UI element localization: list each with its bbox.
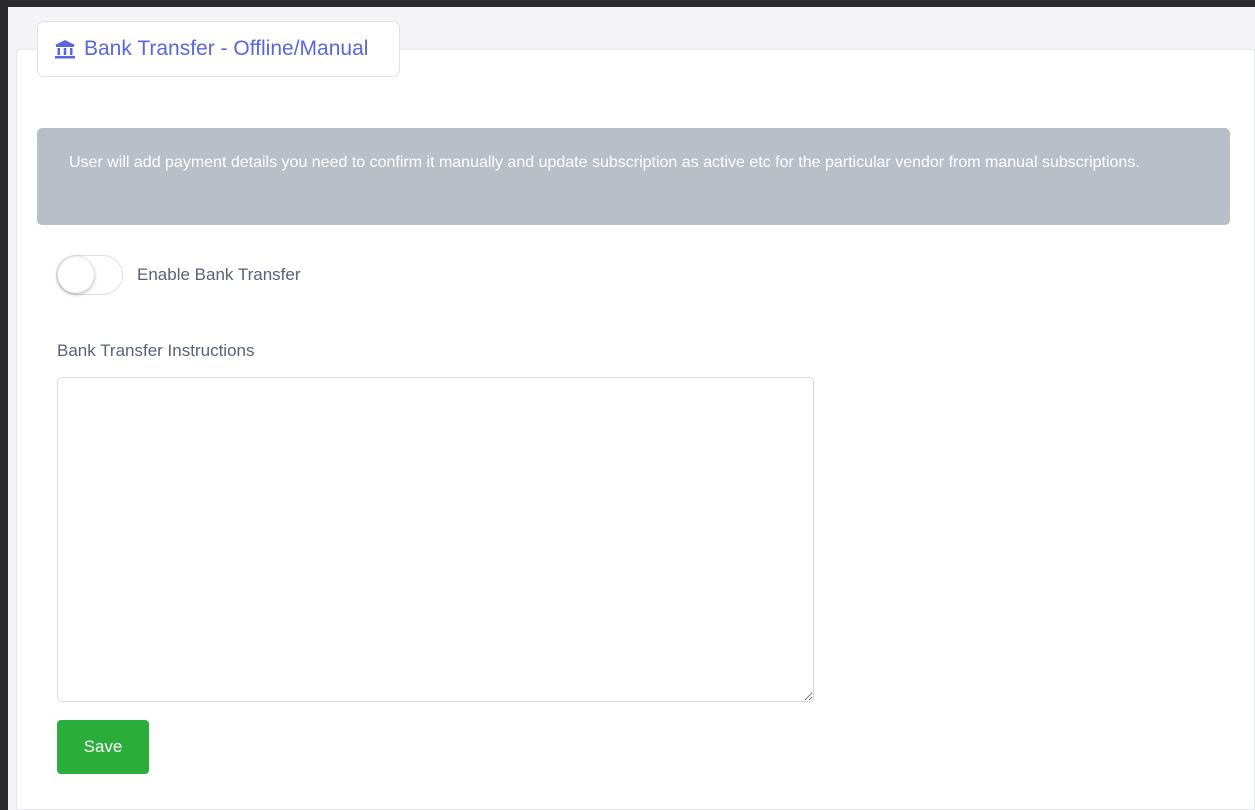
info-notice: User will add payment details you need t… [37, 128, 1230, 225]
toggle-label: Enable Bank Transfer [137, 265, 301, 284]
instructions-label: Bank Transfer Instructions [57, 341, 255, 360]
bank-icon [55, 40, 75, 59]
instructions-textarea[interactable] [57, 377, 814, 702]
enable-bank-transfer-toggle[interactable] [56, 255, 123, 295]
save-button[interactable]: Save [57, 720, 149, 774]
enable-toggle-row: Enable Bank Transfer [56, 255, 300, 295]
toggle-knob [58, 257, 94, 293]
card-title-tab: Bank Transfer - Offline/Manual [37, 21, 400, 77]
card-title: Bank Transfer - Offline/Manual [84, 37, 369, 60]
notice-text: User will add payment details you need t… [69, 154, 1140, 171]
